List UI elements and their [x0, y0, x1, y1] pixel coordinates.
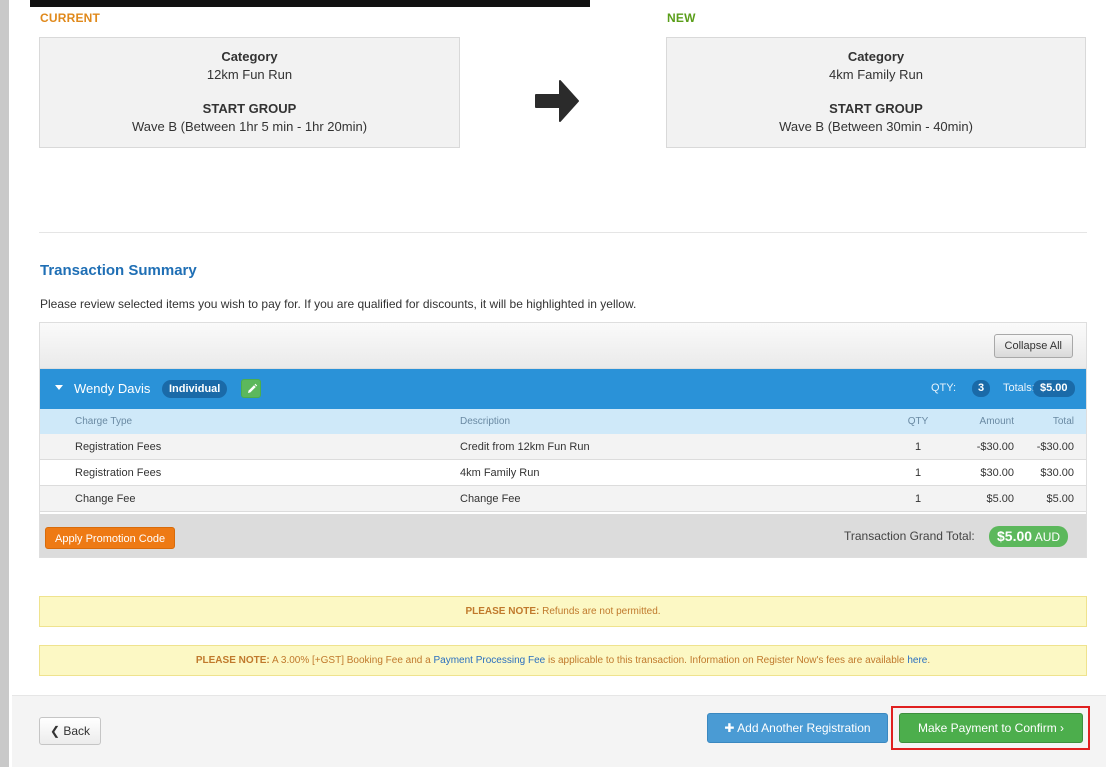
action-footer: ❮ Back ✚ Add Another Registration Make P… — [12, 695, 1106, 767]
totals-badge: $5.00 — [1033, 380, 1075, 397]
add-label: Add Another Registration — [737, 721, 871, 735]
registrant-type-badge: Individual — [162, 380, 228, 398]
note-period: . — [927, 655, 931, 666]
cell-amount: $5.00 — [986, 493, 1014, 505]
current-group-heading: START GROUP — [202, 101, 297, 116]
current-label: CURRENT — [40, 11, 101, 25]
totals-label: Totals: — [1003, 382, 1035, 394]
grand-total-label: Transaction Grand Total: — [844, 529, 975, 543]
cell-qty: 1 — [914, 441, 922, 453]
current-category-box: Category 12km Fun Run START GROUP Wave B… — [39, 37, 460, 148]
transaction-summary-title: Transaction Summary — [40, 262, 197, 279]
fee-note: PLEASE NOTE: A 3.00% [+GST] Booking Fee … — [39, 645, 1087, 676]
cell-amount: $30.00 — [980, 467, 1014, 479]
new-group-heading: START GROUP — [829, 101, 923, 116]
back-label: Back — [63, 724, 91, 738]
current-group-value: Wave B (Between 1hr 5 min - 1hr 20min) — [131, 119, 368, 134]
edit-registrant-button[interactable] — [241, 379, 261, 398]
grand-total-value: $5.00 — [997, 528, 1033, 544]
charges-table-header: Charge Type Description QTY Amount Total — [40, 409, 1086, 434]
new-group-value: Wave B (Between 30min - 40min) — [779, 119, 973, 134]
new-category-value: 4km Family Run — [829, 67, 923, 82]
registrant-header[interactable]: Wendy Davis Individual QTY: 3 Totals: $5… — [40, 369, 1086, 409]
note-prefix: PLEASE NOTE: — [465, 606, 540, 617]
cell-description: 4km Family Run — [460, 467, 540, 479]
pencil-icon — [248, 383, 258, 393]
transaction-summary-description: Please review selected items you wish to… — [40, 297, 637, 311]
transaction-panel: Collapse All Wendy Davis Individual QTY:… — [39, 322, 1087, 558]
col-description: Description — [460, 416, 511, 427]
col-charge-type: Charge Type — [75, 416, 133, 427]
qty-label: QTY: — [931, 382, 957, 394]
apply-promotion-code-button[interactable]: Apply Promotion Code — [45, 527, 176, 549]
new-label: NEW — [667, 11, 696, 25]
add-another-registration-button[interactable]: ✚ Add Another Registration — [707, 713, 888, 743]
current-category-heading: Category — [221, 49, 278, 64]
chevron-left-icon: ❮ — [49, 724, 61, 738]
payment-processing-fee-link[interactable]: Payment Processing Fee — [434, 655, 546, 666]
left-edge-bar — [0, 0, 9, 767]
highlight-box — [891, 706, 1090, 750]
note-text: A 3.00% [+GST] Booking Fee and a — [272, 655, 431, 666]
table-row: Registration Fees 4km Family Run 1 $30.0… — [40, 460, 1086, 486]
cell-charge-type: Registration Fees — [75, 441, 162, 453]
caret-down-icon[interactable] — [55, 385, 63, 390]
back-button[interactable]: ❮ Back — [39, 717, 101, 745]
note-text: is applicable to this transaction. Infor… — [548, 655, 905, 666]
col-total: Total — [1052, 416, 1074, 427]
cell-total: $5.00 — [1046, 493, 1074, 505]
note-text: Refunds are not permitted. — [542, 606, 661, 617]
panel-footer: Apply Promotion Code Transaction Grand T… — [40, 514, 1086, 557]
col-amount: Amount — [979, 416, 1014, 427]
col-qty: QTY — [907, 416, 929, 427]
cell-charge-type: Registration Fees — [75, 467, 162, 479]
arrow-right-icon — [535, 80, 579, 122]
cell-charge-type: Change Fee — [75, 493, 136, 505]
panel-toolbar: Collapse All — [40, 323, 1086, 369]
section-divider — [39, 232, 1087, 233]
refund-note: PLEASE NOTE: Refunds are not permitted. — [39, 596, 1087, 627]
new-category-box: Category 4km Family Run START GROUP Wave… — [666, 37, 1086, 148]
collapse-all-button[interactable]: Collapse All — [993, 334, 1073, 358]
plus-icon: ✚ — [724, 721, 735, 735]
cell-qty: 1 — [914, 493, 922, 505]
registrant-name: Wendy Davis — [74, 381, 151, 396]
cell-description: Credit from 12km Fun Run — [460, 441, 590, 453]
cell-qty: 1 — [914, 467, 922, 479]
grand-total-badge: $5.00 AUD — [989, 526, 1069, 547]
grand-total-currency: AUD — [1034, 530, 1061, 544]
current-category-value: 12km Fun Run — [206, 67, 293, 82]
qty-badge: 3 — [972, 380, 991, 397]
cell-total: $30.00 — [1040, 467, 1074, 479]
table-row: Change Fee Change Fee 1 $5.00 $5.00 — [40, 486, 1086, 512]
cell-amount: -$30.00 — [976, 441, 1014, 453]
cell-description: Change Fee — [460, 493, 521, 505]
note-prefix: PLEASE NOTE: — [195, 655, 270, 666]
new-category-heading: Category — [847, 49, 905, 64]
table-row: Registration Fees Credit from 12km Fun R… — [40, 434, 1086, 460]
cell-total: -$30.00 — [1036, 441, 1074, 453]
fees-info-link[interactable]: here — [907, 655, 927, 666]
top-clipped-text-strip — [30, 0, 590, 7]
